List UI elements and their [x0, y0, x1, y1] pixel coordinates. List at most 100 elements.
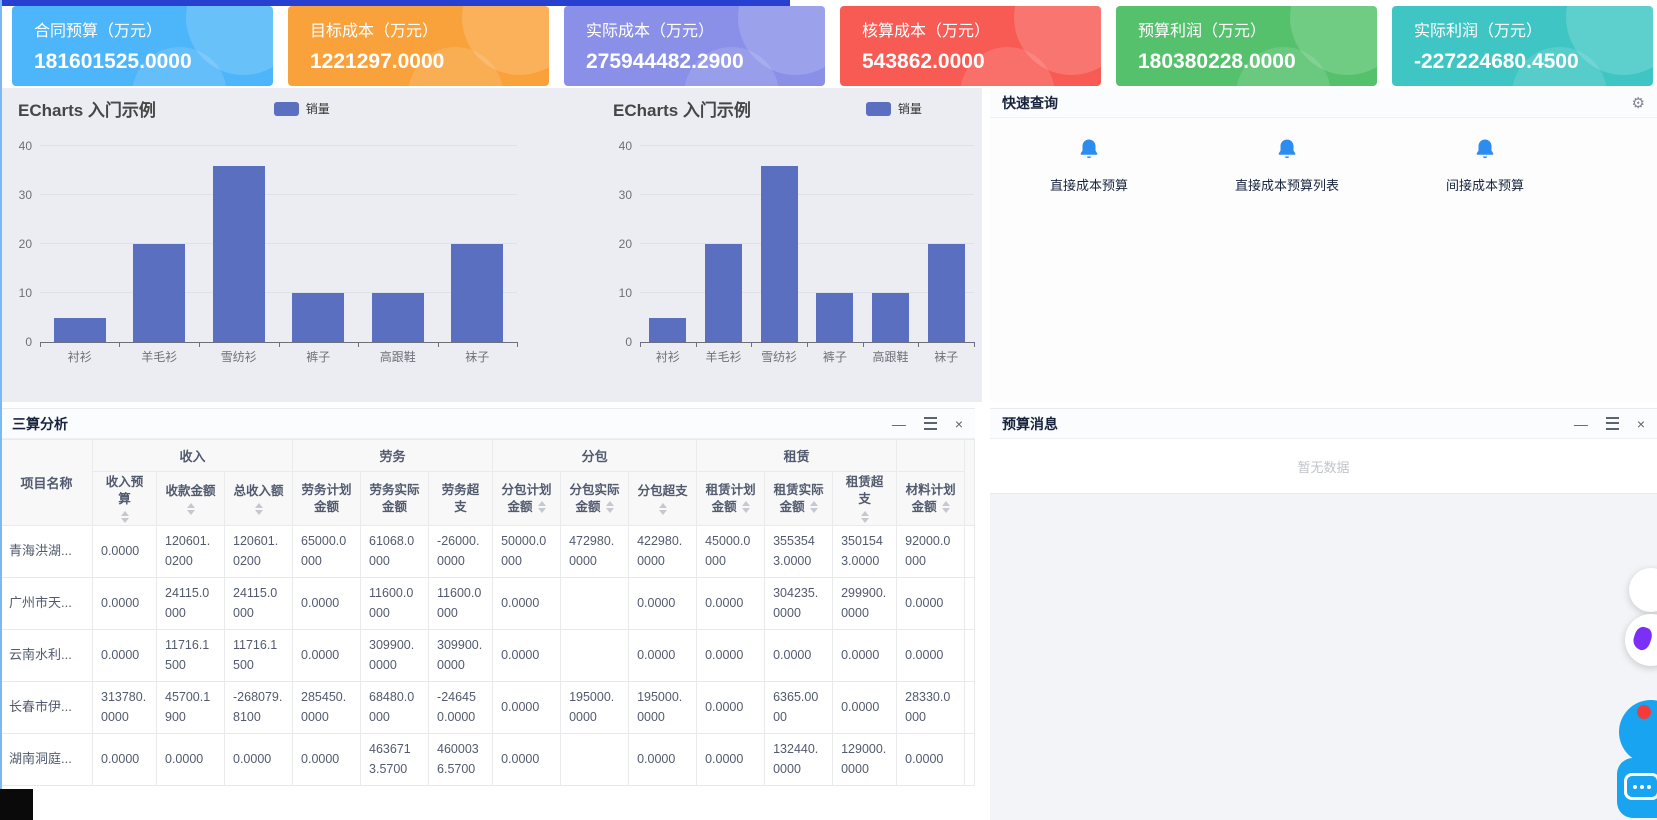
sort-carets-icon[interactable] — [606, 501, 614, 513]
x-axis-label: 羊毛衫 — [696, 348, 752, 365]
axis-tick — [40, 342, 41, 347]
table-cell: 0.0000 — [629, 578, 697, 630]
table-cell: 0.0000 — [897, 630, 965, 682]
kpi-card-value: 181601525.0000 — [34, 50, 273, 74]
table-cell: 0.0000 — [697, 734, 765, 786]
bar[interactable] — [928, 244, 965, 342]
table-cell: 50000.0000 — [493, 526, 561, 578]
bar[interactable] — [372, 293, 424, 342]
table-cell — [561, 578, 629, 630]
column-header: 劳务计划金额 — [293, 472, 361, 526]
column-header[interactable]: 分包实际金额 — [561, 472, 629, 526]
column-header[interactable]: 总收入额 — [225, 472, 293, 526]
project-name-cell: 长春市伊... — [1, 682, 93, 734]
column-header[interactable]: 收款金额 — [157, 472, 225, 526]
y-axis-tick-label: 0 — [0, 335, 32, 349]
bar[interactable] — [872, 293, 909, 342]
table-cell: 24115.0000 — [225, 578, 293, 630]
table-cell: 285450.0000 — [293, 682, 361, 734]
bar[interactable] — [705, 244, 742, 342]
table-cell: 3501543.0000 — [833, 526, 897, 578]
message-button[interactable] — [1617, 758, 1657, 818]
menu-icon[interactable] — [924, 417, 937, 430]
table-row: 广州市天...0.000024115.000024115.00000.00001… — [1, 578, 975, 630]
column-header[interactable]: 材料计划金额 — [897, 472, 965, 526]
sort-carets-icon[interactable] — [659, 503, 667, 515]
charts-panel: ECharts 入门示例销量010203040衬衫羊毛衫雪纺衫裤子高跟鞋袜子EC… — [0, 88, 982, 402]
quick-query-item[interactable]: 间接成本预算 — [1386, 136, 1584, 194]
bar[interactable] — [292, 293, 344, 342]
chart-legend[interactable]: 销量 — [274, 100, 330, 117]
empty-data-text: 暂无数据 — [1297, 457, 1349, 476]
x-axis-label: 袜子 — [918, 348, 974, 365]
axis-tick — [918, 342, 919, 347]
filler-cell — [965, 734, 975, 786]
table-cell: -26000.0000 — [429, 526, 493, 578]
filler-cell — [965, 526, 975, 578]
column-group-header: 分包 — [493, 440, 697, 472]
column-header[interactable]: 分包超支 — [629, 472, 697, 526]
message-empty-row: 暂无数据 — [990, 439, 1657, 494]
axis-tick — [807, 342, 808, 347]
bar[interactable] — [816, 293, 853, 342]
project-name-cell: 青海洪湖... — [1, 526, 93, 578]
column-header[interactable]: 收入预算 — [93, 472, 157, 526]
panel-title: 预算消息 — [1002, 414, 1058, 434]
bar[interactable] — [649, 318, 686, 343]
column-header[interactable]: 租赁实际金额 — [765, 472, 833, 526]
quick-query-panel: 快速查询 ⚙ 直接成本预算直接成本预算列表间接成本预算 — [990, 88, 1657, 402]
bar[interactable] — [213, 166, 265, 342]
table-row: 青海洪湖...0.0000120601.0200120601.020065000… — [1, 526, 975, 578]
table-cell — [561, 734, 629, 786]
bar-chart: ECharts 入门示例销量010203040衬衫羊毛衫雪纺衫裤子高跟鞋袜子 — [595, 88, 982, 402]
close-icon[interactable]: × — [955, 417, 963, 431]
sort-carets-icon[interactable] — [538, 501, 546, 513]
quick-query-item[interactable]: 直接成本预算 — [990, 136, 1188, 194]
table-cell: 68480.0000 — [361, 682, 429, 734]
quick-query-item-label: 间接成本预算 — [1386, 175, 1584, 194]
sort-carets-icon[interactable] — [942, 501, 950, 513]
table-cell: 4636713.5700 — [361, 734, 429, 786]
sort-carets-icon[interactable] — [187, 503, 195, 515]
kpi-card-label: 合同预算（万元） — [34, 17, 273, 41]
window-left-edge — [0, 0, 2, 820]
chart-title: ECharts 入门示例 — [613, 96, 751, 121]
minimize-icon[interactable]: — — [1574, 417, 1588, 431]
sort-carets-icon[interactable] — [121, 511, 129, 523]
sort-carets-icon[interactable] — [861, 511, 869, 523]
column-header[interactable]: 租赁计划金额 — [697, 472, 765, 526]
menu-icon[interactable] — [1606, 417, 1619, 430]
y-axis-tick-label: 30 — [600, 188, 632, 202]
bar[interactable] — [54, 318, 106, 343]
table-cell: 6365.0000 — [765, 682, 833, 734]
legend-swatch-icon — [274, 102, 299, 116]
table-cell: 65000.0000 — [293, 526, 361, 578]
close-icon[interactable]: × — [1637, 417, 1645, 431]
minimize-icon[interactable]: — — [892, 417, 906, 431]
sort-carets-icon[interactable] — [810, 501, 818, 513]
filler-cell — [965, 630, 975, 682]
y-axis-tick-label: 10 — [600, 286, 632, 300]
column-header[interactable]: 租赁超支 — [833, 472, 897, 526]
bar[interactable] — [133, 244, 185, 342]
column-group-header: 租赁 — [697, 440, 897, 472]
y-axis-tick-label: 0 — [600, 335, 632, 349]
gear-icon[interactable]: ⚙ — [1632, 94, 1645, 112]
table-cell: 120601.0200 — [225, 526, 293, 578]
kpi-card-value: 1221297.0000 — [310, 50, 549, 74]
chat-bubble-icon — [1624, 773, 1657, 800]
chart-legend[interactable]: 销量 — [866, 100, 922, 117]
logo-icon — [1631, 625, 1654, 652]
table-cell: 92000.0000 — [897, 526, 965, 578]
sort-carets-icon[interactable] — [255, 503, 263, 515]
quick-query-item[interactable]: 直接成本预算列表 — [1188, 136, 1386, 194]
chart-plot: 010203040 — [40, 146, 517, 343]
table-cell: 0.0000 — [897, 734, 965, 786]
bar[interactable] — [451, 244, 503, 342]
sansuan-panel: 三算分析 — × 项目名称收入劳务分包租赁收入预算收款金额总收入额劳务计划金额劳… — [0, 408, 975, 820]
column-header[interactable]: 分包计划金额 — [493, 472, 561, 526]
axis-tick — [696, 342, 697, 347]
kpi-card-label: 目标成本（万元） — [310, 17, 549, 41]
sort-carets-icon[interactable] — [742, 501, 750, 513]
bar[interactable] — [761, 166, 798, 342]
